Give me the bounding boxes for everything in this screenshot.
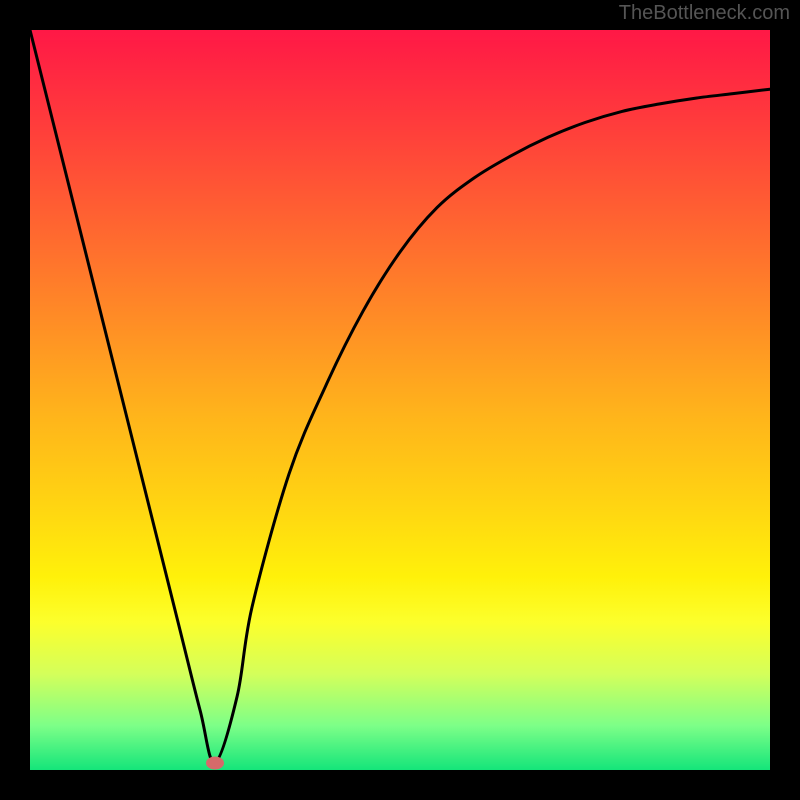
curve-svg	[30, 30, 770, 770]
bottleneck-marker	[206, 756, 224, 769]
chart-frame: TheBottleneck.com	[0, 0, 800, 800]
watermark-text: TheBottleneck.com	[619, 2, 790, 25]
plot-area	[30, 30, 770, 770]
bottleneck-curve	[30, 30, 770, 763]
